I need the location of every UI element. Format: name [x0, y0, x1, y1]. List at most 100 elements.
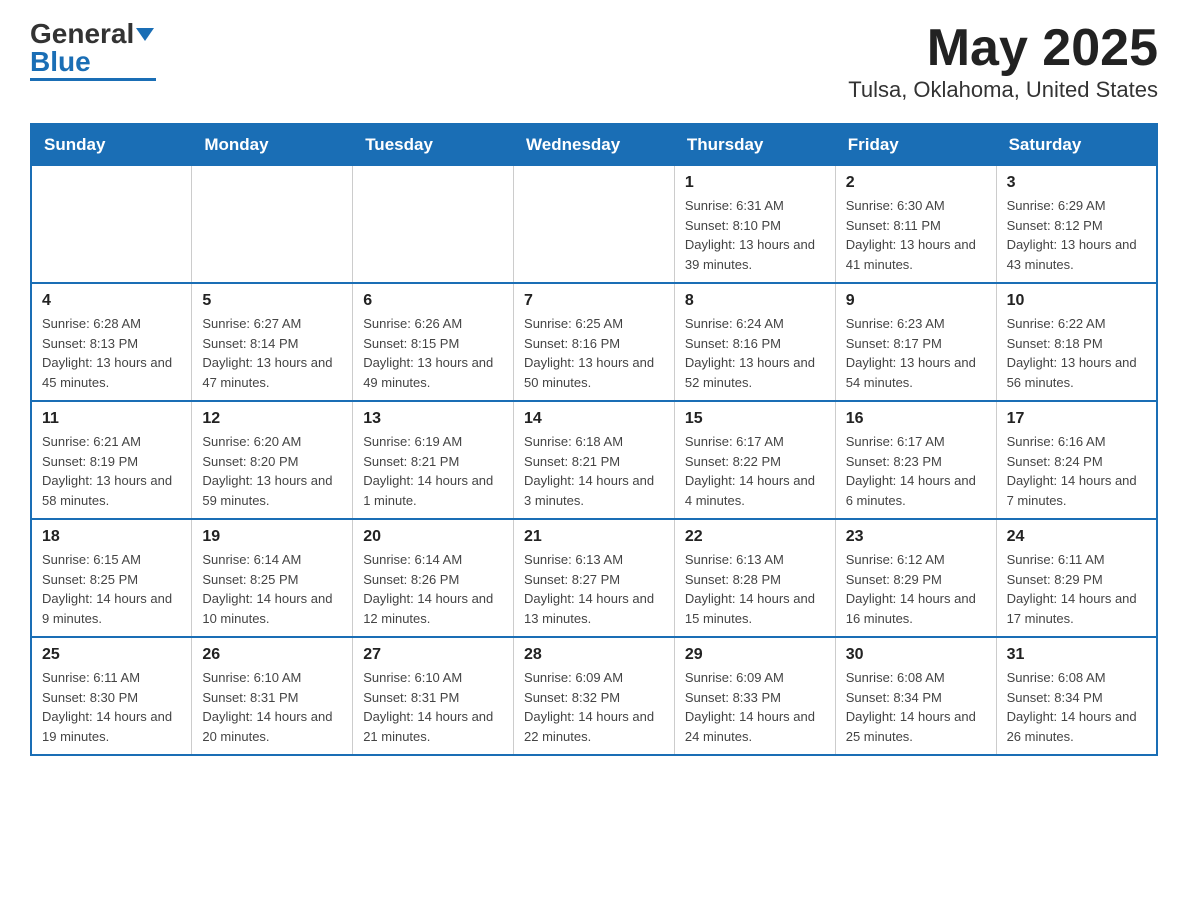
day-number: 3: [1007, 174, 1146, 192]
day-info: Sunrise: 6:08 AMSunset: 8:34 PMDaylight:…: [1007, 668, 1146, 746]
logo-general: General: [30, 18, 134, 49]
location: Tulsa, Oklahoma, United States: [848, 77, 1158, 103]
calendar-cell: 23Sunrise: 6:12 AMSunset: 8:29 PMDayligh…: [835, 519, 996, 637]
day-number: 10: [1007, 292, 1146, 310]
day-number: 12: [202, 410, 342, 428]
calendar-cell: 17 Sunrise: 6:16 AMSunset: 8:24 PMDayligh…: [996, 401, 1157, 519]
calendar-cell: 30 Sunrise: 6:08 AMSunset: 8:34 PMDayligh…: [835, 637, 996, 755]
day-number: 25: [42, 646, 181, 664]
calendar-cell: [192, 166, 353, 284]
calendar-cell: 28 Sunrise: 6:09 AMSunset: 8:32 PMDayligh…: [514, 637, 675, 755]
day-number: 11: [42, 410, 181, 428]
calendar-table: Sunday Monday Tuesday Wednesday Thursday…: [30, 123, 1158, 756]
month-title: May 2025: [848, 20, 1158, 77]
day-info: Sunrise: 6:10 AMSunset: 8:31 PMDaylight:…: [202, 668, 342, 746]
day-info: Sunrise: 6:11 AMSunset: 8:30 PMDaylight:…: [42, 668, 181, 746]
calendar-cell: 3 Sunrise: 6:29 AMSunset: 8:12 PMDaylight…: [996, 166, 1157, 284]
day-info: Sunrise: 6:24 AMSunset: 8:16 PMDaylight:…: [685, 314, 825, 392]
day-info: Sunrise: 6:31 AMSunset: 8:10 PMDaylight:…: [685, 196, 825, 274]
page-header: General Blue May 2025 Tulsa, Oklahoma, U…: [30, 20, 1158, 103]
day-number: 14: [524, 410, 664, 428]
day-info: Sunrise: 6:17 AMSunset: 8:22 PMDaylight:…: [685, 432, 825, 510]
calendar-cell: [353, 166, 514, 284]
day-info: Sunrise: 6:25 AMSunset: 8:16 PMDaylight:…: [524, 314, 664, 392]
day-info: Sunrise: 6:08 AMSunset: 8:34 PMDaylight:…: [846, 668, 986, 746]
calendar-cell: 13 Sunrise: 6:19 AMSunset: 8:21 PMDayligh…: [353, 401, 514, 519]
calendar-cell: 22Sunrise: 6:13 AMSunset: 8:28 PMDayligh…: [674, 519, 835, 637]
calendar-cell: 21 Sunrise: 6:13 AMSunset: 8:27 PMDayligh…: [514, 519, 675, 637]
calendar-cell: 20Sunrise: 6:14 AMSunset: 8:26 PMDayligh…: [353, 519, 514, 637]
calendar-cell: 6 Sunrise: 6:26 AMSunset: 8:15 PMDaylight…: [353, 283, 514, 401]
day-number: 4: [42, 292, 181, 310]
calendar-week-row: 18Sunrise: 6:15 AMSunset: 8:25 PMDayligh…: [31, 519, 1157, 637]
calendar-week-row: 4 Sunrise: 6:28 AMSunset: 8:13 PMDaylight…: [31, 283, 1157, 401]
calendar-cell: 16Sunrise: 6:17 AMSunset: 8:23 PMDayligh…: [835, 401, 996, 519]
calendar-cell: 29 Sunrise: 6:09 AMSunset: 8:33 PMDayligh…: [674, 637, 835, 755]
day-number: 26: [202, 646, 342, 664]
calendar-cell: 19 Sunrise: 6:14 AMSunset: 8:25 PMDayligh…: [192, 519, 353, 637]
day-number: 30: [846, 646, 986, 664]
day-number: 28: [524, 646, 664, 664]
calendar-cell: 4 Sunrise: 6:28 AMSunset: 8:13 PMDaylight…: [31, 283, 192, 401]
day-info: Sunrise: 6:14 AMSunset: 8:25 PMDaylight:…: [202, 550, 342, 628]
calendar-cell: [514, 166, 675, 284]
day-info: Sunrise: 6:14 AMSunset: 8:26 PMDaylight:…: [363, 550, 503, 628]
day-number: 13: [363, 410, 503, 428]
day-number: 8: [685, 292, 825, 310]
calendar-header-row: Sunday Monday Tuesday Wednesday Thursday…: [31, 124, 1157, 166]
calendar-cell: 9 Sunrise: 6:23 AMSunset: 8:17 PMDaylight…: [835, 283, 996, 401]
day-info: Sunrise: 6:19 AMSunset: 8:21 PMDaylight:…: [363, 432, 503, 510]
day-info: Sunrise: 6:26 AMSunset: 8:15 PMDaylight:…: [363, 314, 503, 392]
calendar-cell: 10 Sunrise: 6:22 AMSunset: 8:18 PMDayligh…: [996, 283, 1157, 401]
day-number: 19: [202, 528, 342, 546]
logo-blue: Blue: [30, 48, 91, 76]
day-number: 7: [524, 292, 664, 310]
day-number: 23: [846, 528, 986, 546]
day-info: Sunrise: 6:18 AMSunset: 8:21 PMDaylight:…: [524, 432, 664, 510]
day-info: Sunrise: 6:22 AMSunset: 8:18 PMDaylight:…: [1007, 314, 1146, 392]
day-number: 29: [685, 646, 825, 664]
day-info: Sunrise: 6:17 AMSunset: 8:23 PMDaylight:…: [846, 432, 986, 510]
day-number: 5: [202, 292, 342, 310]
calendar-cell: 5Sunrise: 6:27 AMSunset: 8:14 PMDaylight…: [192, 283, 353, 401]
day-number: 2: [846, 174, 986, 192]
calendar-cell: 1 Sunrise: 6:31 AMSunset: 8:10 PMDaylight…: [674, 166, 835, 284]
day-info: Sunrise: 6:29 AMSunset: 8:12 PMDaylight:…: [1007, 196, 1146, 274]
day-number: 17: [1007, 410, 1146, 428]
day-info: Sunrise: 6:11 AMSunset: 8:29 PMDaylight:…: [1007, 550, 1146, 628]
day-number: 18: [42, 528, 181, 546]
day-number: 6: [363, 292, 503, 310]
day-info: Sunrise: 6:20 AMSunset: 8:20 PMDaylight:…: [202, 432, 342, 510]
day-info: Sunrise: 6:09 AMSunset: 8:32 PMDaylight:…: [524, 668, 664, 746]
calendar-cell: 25 Sunrise: 6:11 AMSunset: 8:30 PMDayligh…: [31, 637, 192, 755]
day-number: 9: [846, 292, 986, 310]
day-info: Sunrise: 6:09 AMSunset: 8:33 PMDaylight:…: [685, 668, 825, 746]
day-info: Sunrise: 6:23 AMSunset: 8:17 PMDaylight:…: [846, 314, 986, 392]
calendar-cell: 7 Sunrise: 6:25 AMSunset: 8:16 PMDaylight…: [514, 283, 675, 401]
calendar-cell: 31 Sunrise: 6:08 AMSunset: 8:34 PMDayligh…: [996, 637, 1157, 755]
calendar-week-row: 1 Sunrise: 6:31 AMSunset: 8:10 PMDaylight…: [31, 166, 1157, 284]
col-sunday: Sunday: [31, 124, 192, 166]
col-wednesday: Wednesday: [514, 124, 675, 166]
col-monday: Monday: [192, 124, 353, 166]
day-info: Sunrise: 6:10 AMSunset: 8:31 PMDaylight:…: [363, 668, 503, 746]
calendar-week-row: 11 Sunrise: 6:21 AMSunset: 8:19 PMDayligh…: [31, 401, 1157, 519]
day-number: 21: [524, 528, 664, 546]
calendar-cell: 18Sunrise: 6:15 AMSunset: 8:25 PMDayligh…: [31, 519, 192, 637]
day-number: 1: [685, 174, 825, 192]
logo-text: General: [30, 20, 156, 48]
day-number: 27: [363, 646, 503, 664]
day-number: 31: [1007, 646, 1146, 664]
day-info: Sunrise: 6:13 AMSunset: 8:27 PMDaylight:…: [524, 550, 664, 628]
calendar-week-row: 25 Sunrise: 6:11 AMSunset: 8:30 PMDayligh…: [31, 637, 1157, 755]
title-block: May 2025 Tulsa, Oklahoma, United States: [848, 20, 1158, 103]
day-info: Sunrise: 6:21 AMSunset: 8:19 PMDaylight:…: [42, 432, 181, 510]
col-friday: Friday: [835, 124, 996, 166]
col-saturday: Saturday: [996, 124, 1157, 166]
calendar-cell: 12 Sunrise: 6:20 AMSunset: 8:20 PMDayligh…: [192, 401, 353, 519]
calendar-cell: 15Sunrise: 6:17 AMSunset: 8:22 PMDayligh…: [674, 401, 835, 519]
day-info: Sunrise: 6:16 AMSunset: 8:24 PMDaylight:…: [1007, 432, 1146, 510]
col-thursday: Thursday: [674, 124, 835, 166]
day-info: Sunrise: 6:28 AMSunset: 8:13 PMDaylight:…: [42, 314, 181, 392]
day-number: 24: [1007, 528, 1146, 546]
